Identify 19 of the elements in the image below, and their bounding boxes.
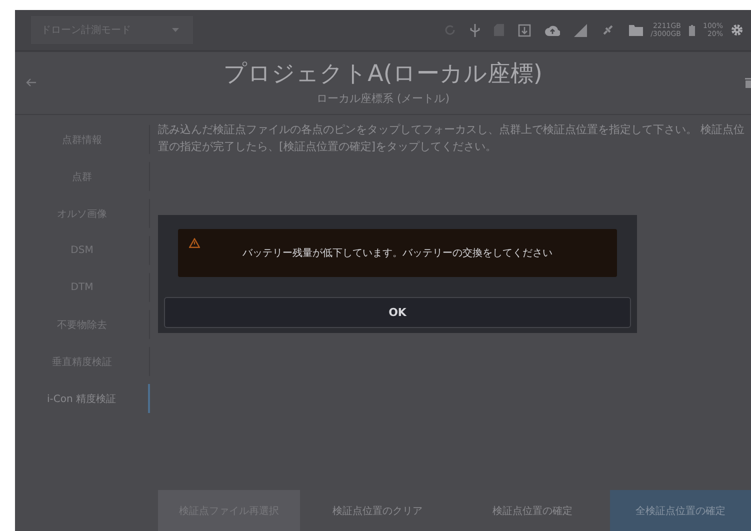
- trash-icon[interactable]: [745, 78, 751, 88]
- action-button[interactable]: 全検証点位置の確定: [610, 490, 751, 531]
- battery-icon: [688, 24, 695, 36]
- instruction-text: 読み込んだ検証点ファイルの各点のピンをタップしてフォーカスし、点群上で検証点位置を指定して下さい。 検証点位置の指定が完了したら、[検証点位置の確定]をタップしてください。: [158, 122, 746, 155]
- cloud-upload-icon[interactable]: [544, 24, 560, 36]
- coordinate-system-label: ローカル座標系 (メートル): [316, 91, 450, 107]
- usb-icon[interactable]: [470, 24, 480, 36]
- warning-icon: [189, 238, 200, 248]
- back-arrow-icon[interactable]: [26, 78, 36, 87]
- sidebar-item[interactable]: i-Con 精度検証: [15, 380, 148, 417]
- project-title: プロジェクトA(ローカル座標): [224, 60, 542, 89]
- link-icon[interactable]: [600, 23, 615, 37]
- ok-button[interactable]: OK: [164, 297, 631, 328]
- signal-icon: [574, 24, 587, 36]
- warning-message: バッテリー残量が低下しています。バッテリーの交換をしてください: [242, 246, 552, 260]
- caret-icon: [172, 28, 179, 32]
- folder-icon[interactable]: [628, 24, 643, 36]
- settings-icon[interactable]: [731, 24, 743, 36]
- download-icon[interactable]: [518, 24, 531, 36]
